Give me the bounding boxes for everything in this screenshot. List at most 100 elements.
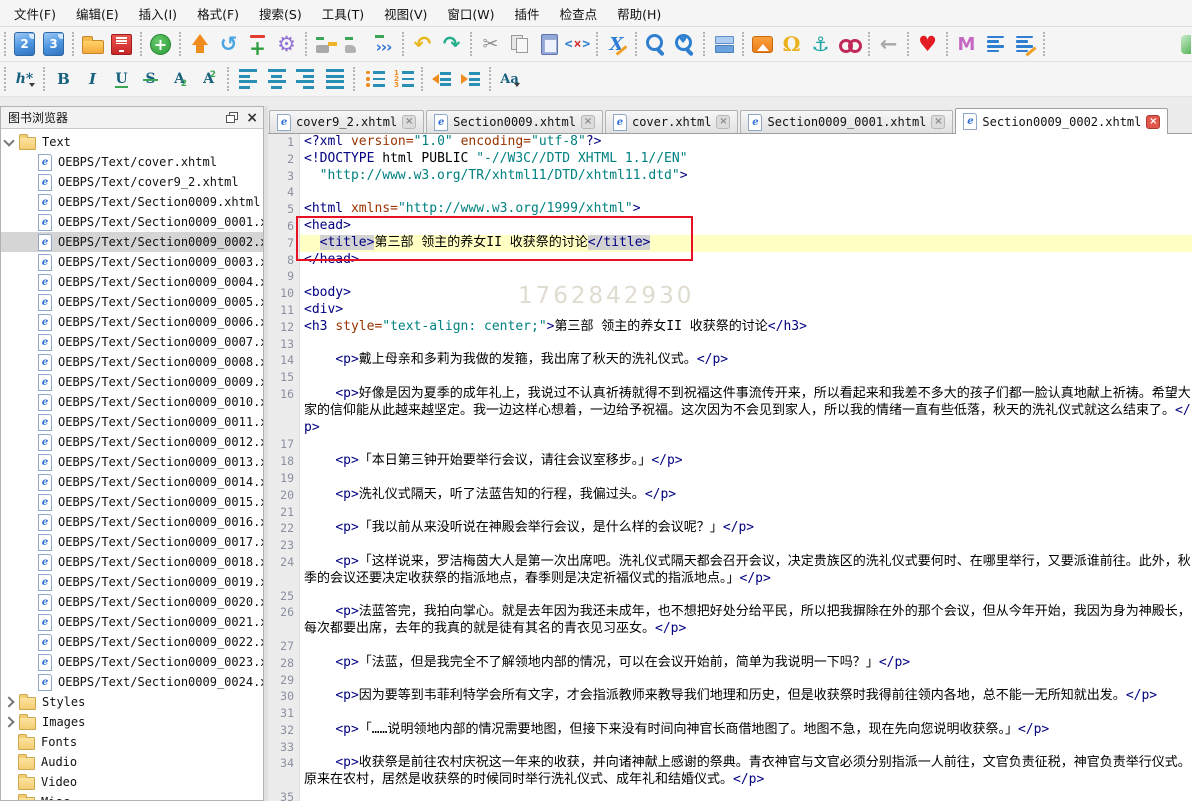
tree-file-row[interactable]: eOEBPS/Text/Section0009_0020.xhtml <box>1 592 263 612</box>
menu-item[interactable]: 文件(F) <box>4 1 66 26</box>
insert-image-icon[interactable] <box>749 31 776 58</box>
tree-file-row[interactable]: eOEBPS/Text/Section0009_0012.xhtml <box>1 432 263 452</box>
tree-file-row[interactable]: eOEBPS/Text/Section0009_0017.xhtml <box>1 532 263 552</box>
mark-block-icon[interactable] <box>341 31 368 58</box>
indent-icon[interactable] <box>457 66 484 93</box>
chevron-right-icon[interactable] <box>3 716 14 727</box>
tree-folder-row[interactable]: Video <box>1 772 263 792</box>
tree-folder-row[interactable]: Text <box>1 132 263 152</box>
align-center-icon[interactable] <box>263 66 290 93</box>
menu-item[interactable]: 插件 <box>505 1 550 26</box>
tab-cover.xhtml[interactable]: ecover.xhtml× <box>605 110 738 133</box>
tree-file-row[interactable]: eOEBPS/Text/Section0009_0008.xhtml <box>1 352 263 372</box>
tree-file-row[interactable]: eOEBPS/Text/Section0009_0004.xhtml <box>1 272 263 292</box>
menu-item[interactable]: 检查点 <box>550 1 608 26</box>
xml-edit-icon[interactable]: X <box>603 31 630 58</box>
open-folder-icon[interactable] <box>79 31 106 58</box>
tree-file-row[interactable]: eOEBPS/Text/Section0009_0022.xhtml <box>1 632 263 652</box>
redo-icon[interactable]: ↷ <box>438 31 465 58</box>
align-right-icon[interactable] <box>292 66 319 93</box>
insert-link-icon[interactable] <box>836 31 863 58</box>
tab-close-icon[interactable]: × <box>716 115 730 129</box>
split-at-cursor-icon[interactable] <box>710 31 737 58</box>
tree-file-row[interactable]: eOEBPS/Text/Section0009_0023.xhtml <box>1 652 263 672</box>
tab-close-icon[interactable]: × <box>402 115 416 129</box>
change-case-icon[interactable]: Aa <box>496 66 523 93</box>
tree-file-row[interactable]: eOEBPS/Text/Section0009_0009.xhtml <box>1 372 263 392</box>
tab-cover9_2.xhtml[interactable]: ecover9_2.xhtml× <box>269 110 424 133</box>
reload-icon[interactable]: ↺ <box>215 31 242 58</box>
save-icon[interactable] <box>108 31 135 58</box>
tree-folder-row[interactable]: Audio <box>1 752 263 772</box>
anchor-icon[interactable]: ⚓ <box>807 31 834 58</box>
tab-Section0009_0002.xhtml[interactable]: eSection0009_0002.xhtml× <box>955 108 1168 134</box>
tree-file-row[interactable]: eOEBPS/Text/Section0009_0007.xhtml <box>1 332 263 352</box>
tab-Section0009.xhtml[interactable]: eSection0009.xhtml× <box>426 110 603 133</box>
superscript-icon[interactable]: A <box>195 66 222 93</box>
tree-file-row[interactable]: eOEBPS/Text/Section0009.xhtml <box>1 192 263 212</box>
add-checkpoint-icon[interactable]: + <box>244 31 271 58</box>
find-icon[interactable] <box>642 31 669 58</box>
edit-toc-icon[interactable] <box>1011 31 1038 58</box>
underline-icon[interactable]: U <box>108 66 135 93</box>
numbered-list-icon[interactable] <box>389 66 416 93</box>
tree-file-row[interactable]: eOEBPS/Text/Section0009_0013.xhtml <box>1 452 263 472</box>
strikethrough-icon[interactable]: S <box>137 66 164 93</box>
tree-file-row[interactable]: eOEBPS/Text/Section0009_0015.xhtml <box>1 492 263 512</box>
special-character-icon[interactable]: Ω <box>778 31 805 58</box>
tab-close-icon[interactable]: × <box>931 115 945 129</box>
chevron-down-icon[interactable] <box>3 135 14 146</box>
tree-file-row[interactable]: eOEBPS/Text/Section0009_0006.xhtml <box>1 312 263 332</box>
new-epub3-icon[interactable]: 3 <box>40 31 67 58</box>
paste-icon[interactable] <box>535 31 562 58</box>
tree-file-row[interactable]: eOEBPS/Text/Section0009_0010.xhtml <box>1 392 263 412</box>
copy-icon[interactable] <box>506 31 533 58</box>
menu-item[interactable]: 搜索(S) <box>249 1 312 26</box>
back-icon[interactable]: ← <box>875 31 902 58</box>
mark-pencil-icon[interactable] <box>312 31 339 58</box>
align-left-icon[interactable] <box>234 66 261 93</box>
tree-file-row[interactable]: eOEBPS/Text/Section0009_0018.xhtml <box>1 552 263 572</box>
italic-icon[interactable]: I <box>79 66 106 93</box>
menu-item[interactable]: 窗口(W) <box>437 1 504 26</box>
tree-file-row[interactable]: eOEBPS/Text/Section0009_0002.xhtml <box>1 232 263 252</box>
menu-item[interactable]: 工具(T) <box>312 1 374 26</box>
tree-file-row[interactable]: eOEBPS/Text/Section0009_0014.xhtml <box>1 472 263 492</box>
toc-icon[interactable] <box>982 31 1009 58</box>
bold-icon[interactable]: B <box>50 66 77 93</box>
undo-icon[interactable]: ↶ <box>409 31 436 58</box>
tab-close-icon[interactable]: × <box>1146 115 1160 129</box>
tree-file-row[interactable]: eOEBPS/Text/Section0009_0021.xhtml <box>1 612 263 632</box>
tree-file-row[interactable]: eOEBPS/Text/cover.xhtml <box>1 152 263 172</box>
remove-tags-icon[interactable]: × <box>564 31 591 58</box>
donate-icon[interactable]: ♥ <box>914 31 941 58</box>
settings-icon[interactable]: ⚙ <box>273 31 300 58</box>
tree-folder-row[interactable]: Styles <box>1 692 263 712</box>
menu-item[interactable]: 帮助(H) <box>607 1 671 26</box>
mark-forward-icon[interactable]: ››› <box>370 31 397 58</box>
tree-file-row[interactable]: eOEBPS/Text/Section0009_0003.xhtml <box>1 252 263 272</box>
upload-icon[interactable] <box>186 31 213 58</box>
menu-item[interactable]: 插入(I) <box>129 1 187 26</box>
chevron-right-icon[interactable] <box>3 696 14 707</box>
align-justify-icon[interactable] <box>321 66 348 93</box>
tree-file-row[interactable]: eOEBPS/Text/cover9_2.xhtml <box>1 172 263 192</box>
tree-folder-row[interactable]: Images <box>1 712 263 732</box>
tree-file-row[interactable]: eOEBPS/Text/Section0009_0016.xhtml <box>1 512 263 532</box>
tree-file-row[interactable]: eOEBPS/Text/Section0009_0024.xhtml <box>1 672 263 692</box>
metadata-editor-icon[interactable]: M <box>953 31 980 58</box>
tree-folder-row[interactable]: Fonts <box>1 732 263 752</box>
new-epub2-icon[interactable]: 2 <box>11 31 38 58</box>
heading-style-icon[interactable]: h* <box>11 66 38 93</box>
menu-item[interactable]: 编辑(E) <box>66 1 129 26</box>
tree-file-row[interactable]: eOEBPS/Text/Section0009_0011.xhtml <box>1 412 263 432</box>
tree-folder-row[interactable]: Misc <box>1 792 263 800</box>
cut-icon[interactable]: ✂ <box>477 31 504 58</box>
tree-file-row[interactable]: eOEBPS/Text/Section0009_0005.xhtml <box>1 292 263 312</box>
float-panel-icon[interactable] <box>226 112 238 123</box>
find-options-icon[interactable]: ♥ <box>671 31 698 58</box>
tab-close-icon[interactable]: × <box>581 115 595 129</box>
clipped-icon[interactable] <box>1181 31 1191 58</box>
subscript-icon[interactable]: A <box>166 66 193 93</box>
close-panel-icon[interactable]: × <box>246 111 258 125</box>
